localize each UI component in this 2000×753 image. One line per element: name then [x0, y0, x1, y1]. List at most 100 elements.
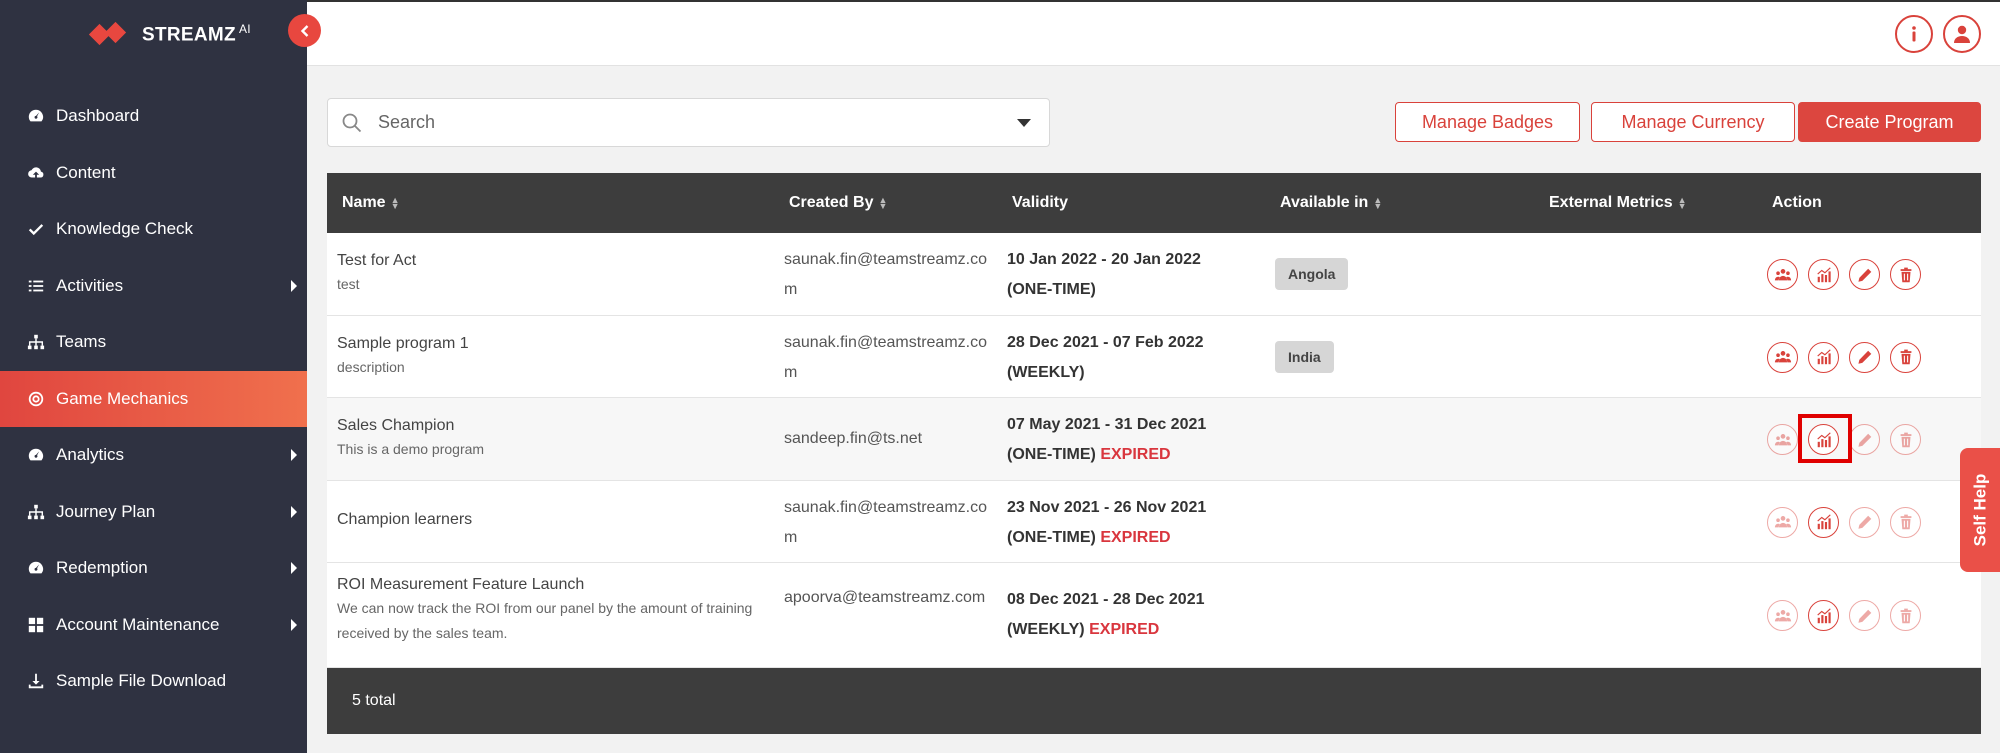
submenu-caret-icon: [291, 279, 297, 292]
sidebar-item-game-mechanics[interactable]: Game Mechanics: [0, 370, 307, 427]
dashboard-icon: [26, 558, 46, 578]
info-button[interactable]: [1895, 15, 1933, 53]
highlight-box: [1798, 414, 1852, 463]
delete-button[interactable]: [1890, 506, 1921, 538]
sidebar: STREAMZ AI Dashboard Content Knowledge Ch…: [0, 0, 307, 753]
edit-button[interactable]: [1849, 424, 1880, 455]
users-icon: [1774, 268, 1791, 280]
users-icon: [1774, 516, 1791, 528]
program-name: Sales Champion: [337, 417, 455, 434]
row-actions: [1767, 600, 1921, 631]
participants-button[interactable]: [1767, 424, 1798, 455]
stats-button[interactable]: [1808, 341, 1839, 373]
program-creator: apoorva@teamstreamz.com: [784, 589, 986, 606]
sidebar-item-content[interactable]: Content: [0, 145, 307, 202]
sort-icon: ▲ ▼: [390, 195, 400, 211]
validity-dates: 28 Dec 2021 - 07 Feb 2022: [1007, 333, 1204, 351]
program-creator: sandeep.fin@ts.net: [784, 430, 923, 447]
validity-dates: 08 Dec 2021 - 28 Dec 2021: [1007, 591, 1205, 608]
submenu-caret-icon: [291, 449, 297, 462]
row-actions: [1767, 341, 1921, 373]
sidebar-item-sample-file-download[interactable]: Sample File Download: [0, 653, 307, 710]
program-creator: saunak.fin@teamstreamz.com: [784, 498, 987, 546]
chevron-left-icon: [300, 24, 308, 37]
validity-dates: 23 Nov 2021 - 26 Nov 2021: [1007, 498, 1207, 516]
submenu-caret-icon: [291, 618, 297, 631]
sidebar-item-dashboard[interactable]: Dashboard: [0, 88, 307, 145]
pencil-icon: [1857, 609, 1871, 623]
sidebar-item-journey-plan[interactable]: Journey Plan: [0, 484, 307, 541]
participants-button[interactable]: [1767, 259, 1798, 290]
edit-button[interactable]: [1849, 506, 1880, 538]
validity-dates: 07 May 2021 - 31 Dec 2021: [1007, 416, 1207, 433]
sidebar-collapse-button[interactable]: [288, 14, 321, 47]
stats-button[interactable]: [1808, 506, 1839, 538]
column-label: Available in: [1280, 194, 1369, 211]
delete-button[interactable]: [1890, 259, 1921, 290]
manage-currency-button[interactable]: Manage Currency: [1591, 102, 1795, 142]
edit-button[interactable]: [1849, 259, 1880, 290]
stats-button[interactable]: [1808, 600, 1839, 631]
validity-type: (WEEKLY): [1007, 621, 1085, 638]
search-dropdown-icon[interactable]: [1017, 118, 1031, 127]
sort-icon: ▲ ▼: [1373, 195, 1383, 211]
validity-type: (ONE-TIME): [1007, 281, 1096, 298]
brand-name: STREAMZ: [142, 24, 236, 46]
bar-chart-icon: [1816, 266, 1831, 282]
self-help-label: Self Help: [1970, 473, 1989, 547]
sidebar-item-teams[interactable]: Teams: [0, 314, 307, 371]
participants-button[interactable]: [1767, 506, 1798, 538]
search-box[interactable]: [327, 98, 1050, 147]
column-header-validity: Validity: [1012, 173, 1068, 233]
streamz-logo-icon: [88, 21, 130, 46]
column-header-name[interactable]: Name ▲ ▼: [342, 173, 400, 233]
profile-button[interactable]: [1943, 15, 1981, 53]
table-row[interactable]: Champion learners saunak.fin@teamstreamz…: [327, 480, 1981, 563]
table-footer: 5 total: [327, 668, 1981, 734]
column-header-external-metrics[interactable]: External Metrics ▲ ▼: [1549, 173, 1687, 233]
participants-button[interactable]: [1767, 341, 1798, 373]
column-label: External Metrics: [1549, 194, 1673, 211]
sidebar-item-label: Redemption: [56, 558, 148, 578]
delete-button[interactable]: [1890, 424, 1921, 455]
table-row[interactable]: ROI Measurement Feature Launch We can no…: [327, 563, 1981, 668]
row-actions: [1767, 506, 1921, 538]
users-icon: [1774, 433, 1791, 445]
sidebar-item-label: Game Mechanics: [56, 388, 189, 408]
status-badge: EXPIRED: [1100, 528, 1171, 546]
column-header-created-by[interactable]: Created By ▲ ▼: [789, 173, 887, 233]
table-row[interactable]: Test for Act test saunak.fin@teamstreamz…: [327, 233, 1981, 316]
edit-button[interactable]: [1849, 600, 1880, 631]
sidebar-item-redemption[interactable]: Redemption: [0, 540, 307, 597]
column-header-available-in[interactable]: Available in ▲ ▼: [1280, 173, 1382, 233]
program-description: test: [337, 276, 360, 292]
create-program-button[interactable]: Create Program: [1798, 102, 1981, 142]
edit-button[interactable]: [1849, 341, 1880, 373]
table-row[interactable]: Sales Champion This is a demo program sa…: [327, 398, 1981, 481]
self-help-tab[interactable]: Self Help: [1960, 448, 2000, 572]
sidebar-item-activities[interactable]: Activities: [0, 258, 307, 315]
cloud-upload-icon: [26, 163, 46, 183]
sidebar-item-account-maintenance[interactable]: Account Maintenance: [0, 597, 307, 654]
sidebar-item-label: Activities: [56, 275, 124, 295]
table-row[interactable]: Sample program 1 description saunak.fin@…: [327, 315, 1981, 398]
participants-button[interactable]: [1767, 600, 1798, 631]
dashboard-icon: [26, 445, 46, 465]
sidebar-item-analytics[interactable]: Analytics: [0, 427, 307, 484]
search-input[interactable]: [378, 112, 1017, 133]
manage-badges-button[interactable]: Manage Badges: [1395, 102, 1580, 142]
trash-icon: [1900, 432, 1911, 447]
delete-button[interactable]: [1890, 341, 1921, 373]
trash-icon: [1900, 608, 1911, 623]
brand-logo[interactable]: STREAMZ AI: [88, 18, 251, 50]
delete-button[interactable]: [1890, 600, 1921, 631]
search-icon: [342, 113, 362, 132]
sidebar-item-label: Dashboard: [56, 106, 140, 126]
program-description: description: [337, 358, 405, 375]
program-creator: saunak.fin@teamstreamz.com: [784, 333, 987, 381]
bar-chart-icon: [1816, 607, 1831, 623]
sidebar-item-knowledge-check[interactable]: Knowledge Check: [0, 201, 307, 258]
stats-button[interactable]: [1808, 259, 1839, 290]
sort-icon: ▲ ▼: [1677, 195, 1687, 211]
program-name: Champion learners: [337, 510, 473, 528]
